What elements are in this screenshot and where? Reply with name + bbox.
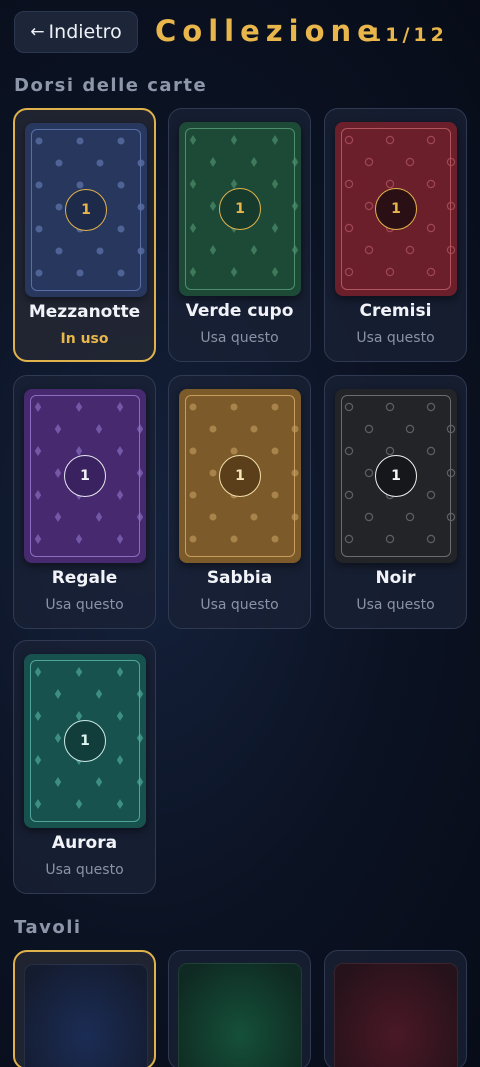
card-back-name: Noir [375, 568, 416, 588]
collection-counter: 11/12 [368, 24, 448, 46]
card-badge: 1 [219, 188, 261, 230]
card-badge: 1 [375, 455, 417, 497]
card-back-preview: 1 [179, 122, 301, 296]
card-back-name: Verde cupo [185, 301, 294, 321]
table-tile[interactable] [168, 950, 311, 1067]
section-title-tables: Tavoli [14, 917, 82, 938]
table-tile[interactable] [324, 950, 467, 1067]
page-title: Collezione [155, 14, 383, 48]
table-felt-preview [334, 963, 458, 1067]
section-title-card-backs: Dorsi delle carte [14, 75, 208, 96]
card-back-tile[interactable]: 1 Noir Usa questo [324, 375, 467, 629]
in-use-label: In uso [60, 331, 109, 347]
card-back-tile[interactable]: 1 Regale Usa questo [13, 375, 156, 629]
card-badge: 1 [219, 455, 261, 497]
card-back-tile[interactable]: 1 Sabbia Usa questo [168, 375, 311, 629]
use-this-label[interactable]: Usa questo [325, 330, 466, 346]
card-back-tile[interactable]: 1 Verde cupo Usa questo [168, 108, 311, 362]
card-back-name: Sabbia [206, 568, 273, 588]
back-arrow-icon: ← [30, 22, 45, 42]
card-badge: 1 [64, 720, 106, 762]
card-back-preview: 1 [24, 654, 146, 828]
header: ← Indietro Collezione 11/12 [0, 0, 480, 66]
use-this-label[interactable]: Usa questo [169, 597, 310, 613]
card-back-preview: 1 [335, 389, 457, 563]
card-back-tile[interactable]: 1 Aurora Usa questo [13, 640, 156, 894]
use-this-label[interactable]: Usa questo [169, 330, 310, 346]
card-back-tile[interactable]: 1 Cremisi Usa questo [324, 108, 467, 362]
card-back-name: Mezzanotte [28, 302, 141, 322]
back-button[interactable]: ← Indietro [14, 11, 138, 53]
use-this-label[interactable]: Usa questo [14, 597, 155, 613]
table-felt-preview [178, 963, 302, 1067]
table-tile[interactable] [13, 950, 156, 1067]
card-back-tile[interactable]: 1 Mezzanotte In uso [13, 108, 156, 362]
card-badge: 1 [65, 189, 107, 231]
back-label: Indietro [48, 21, 122, 43]
card-back-preview: 1 [335, 122, 457, 296]
card-back-preview: 1 [24, 389, 146, 563]
card-back-name: Aurora [51, 833, 118, 853]
card-badge: 1 [64, 455, 106, 497]
card-back-preview: 1 [179, 389, 301, 563]
use-this-label[interactable]: Usa questo [325, 597, 466, 613]
card-back-name: Regale [51, 568, 118, 588]
card-back-name: Cremisi [359, 301, 432, 321]
table-felt-preview [24, 964, 148, 1067]
card-back-preview: 1 [25, 123, 147, 297]
card-badge: 1 [375, 188, 417, 230]
use-this-label[interactable]: Usa questo [14, 862, 155, 878]
